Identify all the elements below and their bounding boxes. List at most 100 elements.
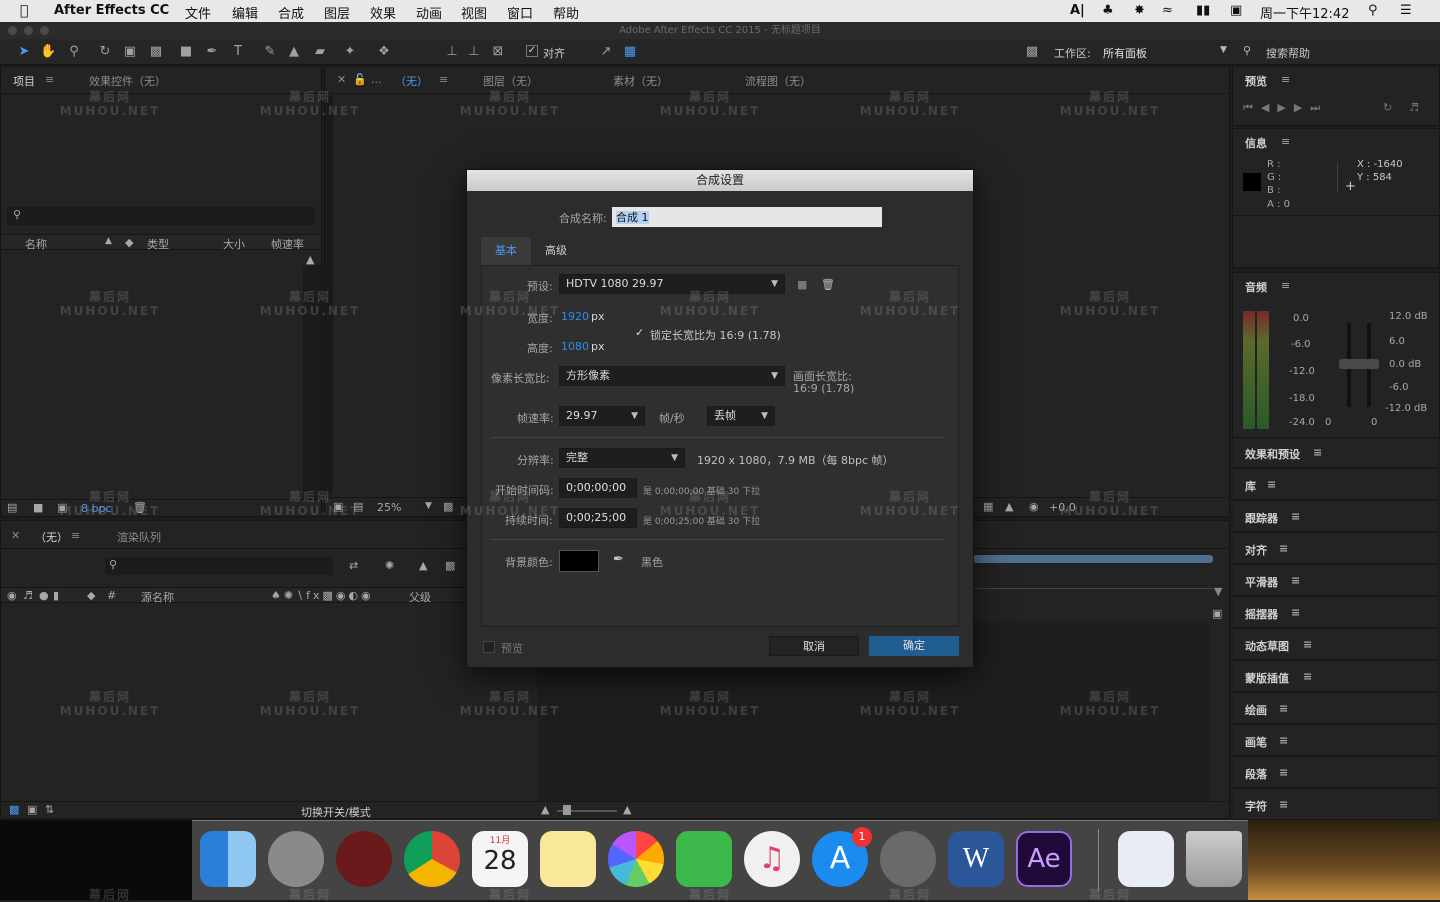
height-value[interactable]: 1080 bbox=[561, 340, 589, 353]
shy-layers-icon[interactable]: ▲ bbox=[419, 559, 427, 572]
tab-render-queue[interactable]: 渲染队列 bbox=[117, 529, 161, 545]
panel-menu-icon[interactable]: ≡ bbox=[1279, 798, 1288, 811]
exposure-icon[interactable]: ◉ bbox=[1029, 500, 1039, 513]
save-preset-icon[interactable]: ■ bbox=[797, 278, 807, 291]
layer-switches-icon[interactable]: ▩ bbox=[9, 803, 19, 816]
panel-menu-icon[interactable]: ≡ bbox=[1279, 766, 1288, 779]
panel-menu-icon[interactable]: ≡ bbox=[1291, 574, 1300, 587]
lock-icon[interactable]: 🔓 bbox=[353, 73, 367, 86]
tab-effect-controls[interactable]: 效果控件（无） bbox=[89, 73, 166, 89]
chevron-down-icon[interactable]: ▼ bbox=[425, 501, 432, 511]
tab-composition[interactable]: （无） bbox=[395, 73, 428, 89]
label-tag-icon[interactable]: ◆ bbox=[125, 236, 133, 249]
panel-menu-icon[interactable]: ≡ bbox=[45, 73, 54, 86]
type-tool-icon[interactable]: T bbox=[230, 44, 246, 60]
brush-tool-icon[interactable]: ✎ bbox=[262, 44, 278, 60]
work-area-bar[interactable] bbox=[973, 555, 1213, 563]
menu-view[interactable]: 视图 bbox=[461, 3, 487, 22]
resolution-select[interactable]: 完整 ▼ bbox=[559, 448, 685, 468]
bpc-toggle[interactable]: 8 bpc bbox=[81, 502, 112, 515]
time-ruler[interactable] bbox=[973, 577, 1213, 589]
close-tab-icon[interactable]: ✕ bbox=[337, 73, 346, 86]
switches-icons[interactable]: ♠✺∖fx▩◉◐◉ bbox=[271, 589, 374, 602]
sort-up-icon[interactable]: ▲ bbox=[105, 236, 112, 246]
panel-mask-interpolation[interactable]: 蒙版插值 ≡ bbox=[1233, 662, 1438, 692]
tab-flowchart[interactable]: 流程图（无） bbox=[745, 73, 811, 89]
app-menu[interactable]: After Effects CC bbox=[54, 3, 169, 18]
launchpad-icon[interactable] bbox=[268, 831, 324, 887]
col-size[interactable]: 大小 bbox=[223, 236, 245, 252]
panel-tracker[interactable]: 跟踪器 ≡ bbox=[1233, 502, 1438, 532]
trash-icon[interactable]: 🗑 bbox=[133, 501, 147, 514]
panel-menu-icon[interactable]: ≡ bbox=[1291, 606, 1300, 619]
panel-menu-icon[interactable]: ≡ bbox=[1279, 702, 1288, 715]
frame-blending-icon[interactable]: ▩ bbox=[445, 559, 455, 572]
itunes-icon[interactable]: ♫ bbox=[744, 831, 800, 887]
modes-icon[interactable]: ▣ bbox=[27, 803, 37, 816]
audio-toggle-icon[interactable]: ♬ bbox=[23, 589, 33, 602]
panel-menu-icon[interactable]: ≡ bbox=[1313, 446, 1322, 459]
adobe-icon[interactable]: A| bbox=[1070, 3, 1085, 18]
preview-controls-icons[interactable]: ⏮◀▶▶⏭ bbox=[1243, 101, 1328, 115]
notes-icon[interactable] bbox=[540, 831, 596, 887]
cc-icon[interactable]: ♣ bbox=[1102, 3, 1114, 18]
roto-brush-tool-icon[interactable]: ✦ bbox=[342, 44, 358, 60]
grid-icon[interactable]: ▦ bbox=[983, 500, 993, 513]
snap-icon[interactable]: ↗ bbox=[598, 44, 614, 60]
panel-brushes[interactable]: 画笔 ≡ bbox=[1233, 726, 1438, 756]
camera-tool-icon[interactable]: ▣ bbox=[122, 44, 138, 60]
menu-animation[interactable]: 动画 bbox=[416, 3, 442, 22]
workspace-select[interactable]: 所有面板 bbox=[1103, 45, 1147, 61]
menu-effect[interactable]: 效果 bbox=[370, 3, 396, 22]
project-search-input[interactable]: ⚲ bbox=[7, 207, 315, 225]
comp-button-icon[interactable]: ▣ bbox=[1212, 607, 1222, 620]
menu-window[interactable]: 窗口 bbox=[507, 3, 533, 22]
tab-layer[interactable]: 图层（无） bbox=[483, 73, 538, 89]
panel-menu-icon[interactable]: ≡ bbox=[1303, 670, 1312, 683]
zoom-select[interactable]: 25% bbox=[377, 501, 401, 514]
chrome-icon[interactable] bbox=[404, 831, 460, 887]
pixel-aspect-select[interactable]: 方形像素 ▼ bbox=[559, 366, 785, 386]
panel-menu-icon[interactable]: ≡ bbox=[1279, 734, 1288, 747]
video-toggle-icon[interactable]: ◉ bbox=[7, 589, 17, 602]
calendar-icon[interactable]: 11月 28 bbox=[472, 831, 528, 887]
eyedropper-icon[interactable]: ✒ bbox=[613, 552, 624, 567]
menu-file[interactable]: 文件 bbox=[185, 3, 211, 22]
tab-advanced[interactable]: 高级 bbox=[531, 237, 581, 265]
col-type[interactable]: 类型 bbox=[147, 236, 169, 252]
panel-wiggler[interactable]: 摇摆器 ≡ bbox=[1233, 598, 1438, 628]
panel-menu-icon[interactable]: ≡ bbox=[1281, 135, 1290, 148]
ok-button[interactable]: 确定 bbox=[869, 636, 959, 656]
notification-center-icon[interactable]: ☰ bbox=[1400, 3, 1412, 18]
spotlight-icon[interactable]: ⚲ bbox=[1368, 3, 1378, 18]
finder-icon[interactable] bbox=[200, 831, 256, 887]
align-checkbox[interactable]: ✓ bbox=[526, 45, 538, 57]
preview-checkbox[interactable] bbox=[483, 641, 495, 653]
snap-target-icon[interactable]: ▦ bbox=[622, 44, 638, 60]
always-preview-icon[interactable]: ▣ bbox=[333, 500, 343, 513]
frame-rate-select[interactable]: 29.97 ▼ bbox=[559, 406, 645, 426]
interpret-footage-icon[interactable]: ▤ bbox=[7, 501, 17, 514]
apple-icon[interactable]:  bbox=[20, 3, 28, 19]
facetime-icon[interactable] bbox=[676, 831, 732, 887]
rectangle-tool-icon[interactable]: ■ bbox=[178, 44, 194, 60]
panel-menu-icon[interactable]: ≡ bbox=[71, 529, 80, 542]
col-fps[interactable]: 帧速率 bbox=[271, 236, 304, 252]
bg-color-swatch[interactable] bbox=[559, 550, 599, 572]
panel-menu-icon[interactable]: ≡ bbox=[1281, 279, 1290, 292]
system-preferences-icon[interactable] bbox=[880, 831, 936, 887]
comp-marker-icon[interactable]: ▼ bbox=[1214, 585, 1222, 598]
world-axis-icon[interactable]: ⊥ bbox=[466, 44, 482, 60]
after-effects-icon[interactable]: Ae bbox=[1016, 831, 1072, 887]
panel-motion-sketch[interactable]: 动态草图 ≡ bbox=[1233, 630, 1438, 660]
panel-menu-icon[interactable]: ≡ bbox=[439, 73, 448, 86]
eraser-tool-icon[interactable]: ▰ bbox=[312, 44, 328, 60]
pen-tool-icon[interactable]: ✒ bbox=[204, 44, 220, 60]
panel-paragraph[interactable]: 段落 ≡ bbox=[1233, 758, 1438, 788]
workspace-icon[interactable]: ▩ bbox=[1024, 44, 1040, 60]
in-out-icon[interactable]: ⇅ bbox=[45, 803, 54, 816]
clock[interactable]: 周一下午12:42 bbox=[1260, 3, 1349, 22]
wifi-icon[interactable]: ≈ bbox=[1162, 3, 1173, 18]
local-axis-icon[interactable]: ⊥ bbox=[444, 44, 460, 60]
panel-effects-presets[interactable]: 效果和预设 ≡ bbox=[1233, 438, 1438, 468]
